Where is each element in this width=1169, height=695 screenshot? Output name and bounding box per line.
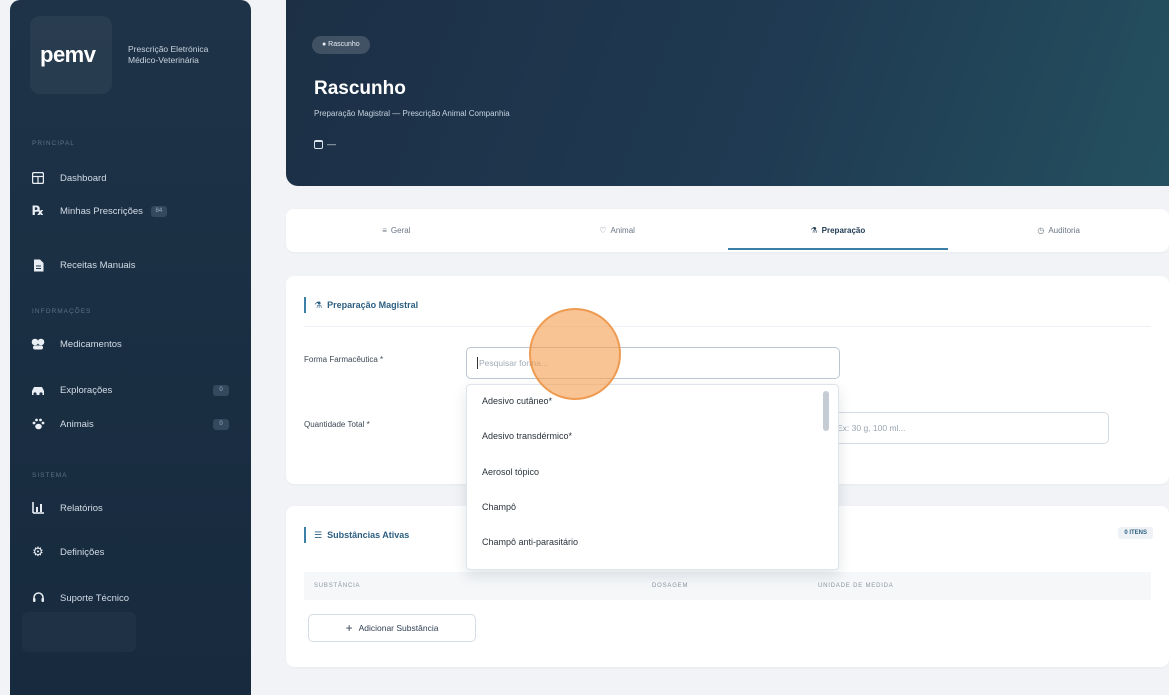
sidebar-item-label: Relatórios	[60, 502, 103, 514]
count-badge: 0	[213, 418, 229, 430]
count-badge: 84	[150, 205, 167, 217]
section-title: ☰ Substâncias Ativas	[304, 527, 409, 543]
brand-subtitle-line1: Prescrição Eletrónica	[128, 44, 209, 54]
tab-label: Preparação	[821, 226, 866, 235]
list-icon: ≡	[382, 226, 387, 235]
sidebar-item-animais[interactable]: Animais 0	[30, 412, 245, 436]
table-header: Substância Dosagem Unidade de Medida	[304, 572, 1151, 600]
tab-geral[interactable]: ≡ Geral	[286, 209, 507, 252]
quantity-input[interactable]: Ex: 30 g, 100 ml...	[826, 412, 1109, 444]
tab-label: Auditoria	[1048, 226, 1080, 235]
tab-label: Animal	[610, 226, 635, 235]
column-header: Unidade de Medida	[818, 583, 894, 589]
section-label-principal: Principal	[32, 140, 75, 147]
clock-icon: ◷	[1037, 226, 1045, 235]
tab-bar: ≡ Geral ♡ Animal ⚗ Preparação ◷ Auditori…	[286, 209, 1169, 252]
brand-subtitle: Prescrição Eletrónica Médico-Veterinária	[128, 44, 248, 66]
tab-preparacao[interactable]: ⚗ Preparação	[727, 209, 949, 252]
form-label: Forma Farmacêutica *	[304, 355, 384, 364]
flask-icon: ⚗	[810, 226, 818, 235]
items-count-badge: 0 ITENS	[1118, 527, 1153, 539]
plus-icon: +	[345, 621, 353, 635]
sidebar-item-relatorios[interactable]: Relatórios	[30, 496, 245, 520]
tab-auditoria[interactable]: ◷ Auditoria	[948, 209, 1169, 252]
sidebar-item-medicamentos[interactable]: Medicamentos	[30, 332, 245, 356]
gear-icon: ⚙	[32, 544, 44, 559]
pharmaceutical-form-search[interactable]: Pesquisar forma...	[466, 347, 840, 379]
sidebar-item-label: Explorações	[60, 384, 113, 396]
text-caret	[477, 357, 478, 369]
grid-icon	[30, 170, 46, 186]
count-badge: 0	[213, 384, 229, 396]
column-header: Substância	[314, 583, 361, 589]
prescription-date: —	[314, 139, 336, 149]
section-label-sistema: Sistema	[32, 472, 68, 479]
dropdown-option[interactable]: Aerosol tópico	[482, 467, 539, 477]
dropdown-option[interactable]: Adesivo cutâneo*	[482, 396, 552, 406]
sidebar-footer	[22, 612, 136, 652]
rx-icon: ℞	[32, 203, 44, 218]
button-label: Adicionar Substância	[358, 623, 439, 633]
qty-label: Quantidade Total *	[304, 420, 370, 429]
dropdown-option[interactable]: Champô anti-parasitário	[482, 537, 578, 547]
page-title: Rascunho	[314, 78, 406, 99]
sidebar-item-minhas-prescricoes[interactable]: ℞ Minhas Prescrições 84	[30, 199, 245, 223]
status-badge: ● Rascunho	[312, 36, 370, 54]
sidebar-item-label: Definições	[60, 546, 105, 558]
section-title: ⚗ Preparação Magistral	[304, 297, 418, 313]
farm-icon	[30, 382, 46, 398]
calendar-icon	[314, 139, 323, 149]
sidebar-item-label: Animais	[60, 418, 94, 430]
add-substance-button[interactable]: + Adicionar Substância	[308, 614, 476, 642]
paw-icon	[30, 416, 46, 432]
sidebar: pemv Prescrição Eletrónica Médico-Veteri…	[10, 0, 251, 695]
scrollbar-thumb[interactable]	[823, 391, 829, 431]
page-subtitle: Preparação Magistral — Prescrição Animal…	[314, 109, 510, 118]
dropdown-scrollbar[interactable]	[823, 387, 834, 567]
sidebar-item-label: Suporte Técnico	[60, 592, 130, 604]
logo: pemv	[40, 42, 96, 67]
heart-icon: ♡	[599, 226, 607, 235]
document-icon	[30, 257, 46, 273]
pills-icon	[30, 336, 46, 352]
sidebar-item-label: Medicamentos	[60, 338, 122, 350]
flask-icon: ⚗	[314, 299, 323, 310]
sidebar-item-definicoes[interactable]: ⚙ Definições	[30, 540, 245, 564]
dropdown-option[interactable]: Adesivo transdérmico*	[482, 431, 572, 441]
touch-indicator	[529, 308, 621, 400]
sidebar-item-label: Dashboard	[60, 172, 107, 184]
section-title-text: Preparação Magistral	[327, 300, 419, 310]
pharmaceutical-form-dropdown: Adesivo cutâneo* Adesivo transdérmico* A…	[466, 384, 839, 570]
quantity-placeholder: Ex: 30 g, 100 ml...	[837, 423, 906, 433]
dropdown-option[interactable]: Champô	[482, 502, 516, 512]
chart-icon	[30, 500, 46, 516]
tab-label: Geral	[390, 226, 411, 235]
section-label-informacoes: Informações	[32, 308, 92, 315]
list-icon: ☰	[314, 529, 323, 540]
sidebar-item-dashboard[interactable]: Dashboard	[30, 166, 245, 190]
divider	[304, 326, 1151, 327]
sidebar-item-exploracoes[interactable]: Explorações 0	[30, 378, 245, 402]
section-title-text: Substâncias Ativas	[327, 530, 410, 540]
sidebar-item-suporte-tecnico[interactable]: Suporte Técnico	[30, 586, 245, 610]
brand[interactable]: pemv Prescrição Eletrónica Médico-Veteri…	[22, 12, 239, 94]
prescription-header: ● Rascunho Rascunho Preparação Magistral…	[286, 0, 1169, 186]
sidebar-item-receitas-manuais[interactable]: Receitas Manuais	[30, 253, 245, 277]
date-value: —	[327, 139, 336, 149]
support-icon	[30, 590, 46, 606]
sidebar-item-label: Minhas Prescrições	[60, 205, 143, 217]
sidebar-item-label: Receitas Manuais	[60, 259, 136, 271]
column-header: Dosagem	[652, 583, 689, 589]
brand-subtitle-line2: Médico-Veterinária	[128, 55, 199, 65]
tab-animal[interactable]: ♡ Animal	[507, 209, 728, 252]
